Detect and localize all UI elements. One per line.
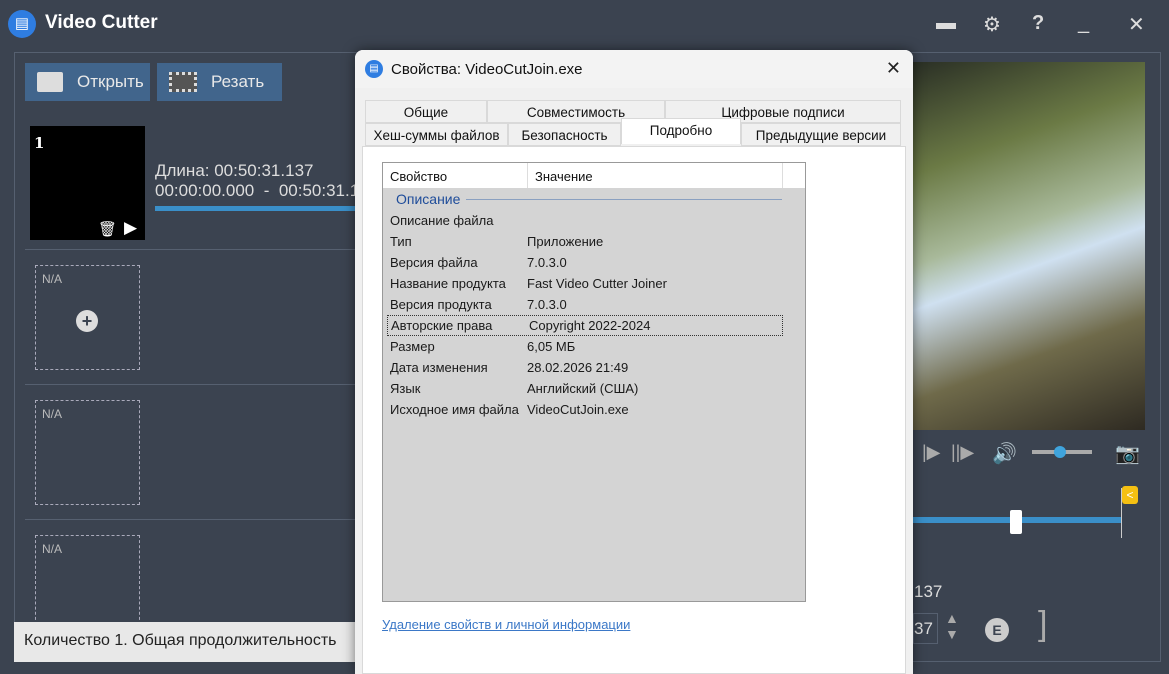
property-name: Версия продукта <box>390 297 492 312</box>
group-label: Описание <box>396 191 461 207</box>
property-value: 7.0.3.0 <box>527 297 567 312</box>
app-icon: ▤ <box>365 60 383 78</box>
list-item[interactable]: Версия продукта 7.0.3.0 <box>383 294 805 315</box>
help-icon[interactable]: ? <box>1032 12 1044 35</box>
end-marker-flag[interactable]: < <box>1122 486 1138 504</box>
column-value[interactable]: Значение <box>528 163 783 188</box>
property-name: Название продукта <box>390 276 506 291</box>
list-item[interactable]: Описание файла <box>383 210 805 231</box>
app-logo-icon: ▤ <box>8 10 36 38</box>
play-icon[interactable]: ▶ <box>124 218 137 238</box>
cut-button[interactable]: Резать <box>157 63 282 101</box>
folder-icon <box>37 72 63 92</box>
slot-label: N/A <box>42 542 63 556</box>
list-header: Свойство Значение <box>383 163 805 188</box>
slot-label: N/A <box>42 407 63 421</box>
list-item[interactable]: Версия файла 7.0.3.0 <box>383 252 805 273</box>
volume-icon[interactable]: 🔊 <box>992 441 1017 466</box>
property-name: Версия файла <box>390 255 478 270</box>
tab-hashes[interactable]: Хеш-суммы файлов <box>365 123 508 146</box>
clip-thumbnail[interactable]: 1 🗑 ▶ <box>30 126 145 240</box>
tab-security[interactable]: Безопасность <box>508 123 621 146</box>
clip-range: 00:00:00.000 - 00:50:31.137 <box>155 181 379 200</box>
property-value: Приложение <box>527 234 604 249</box>
close-icon[interactable]: ✕ <box>1128 12 1145 37</box>
step-forward-icon[interactable]: |▶ <box>922 442 941 463</box>
property-name: Исходное имя файла <box>390 402 519 417</box>
volume-slider[interactable] <box>1032 446 1092 458</box>
list-item[interactable]: Тип Приложение <box>383 231 805 252</box>
empty-slot[interactable]: N/A <box>35 535 140 625</box>
trash-icon[interactable]: 🗑 <box>98 220 117 238</box>
property-name: Размер <box>390 339 435 354</box>
status-bar: Количество 1. Общая продолжительность <box>14 622 359 662</box>
end-time-input[interactable]: 37 <box>913 613 938 644</box>
gear-icon[interactable]: ⚙ <box>983 12 1001 37</box>
property-value: Copyright 2022-2024 <box>529 318 651 333</box>
camera-icon[interactable]: 📷 <box>1115 441 1140 466</box>
property-name: Авторские права <box>391 318 493 333</box>
property-value: 6,05 МБ <box>527 339 576 354</box>
property-value: Английский (США) <box>527 381 639 396</box>
timeline-slider[interactable] <box>913 510 1122 534</box>
list-item[interactable]: Язык Английский (США) <box>383 378 805 399</box>
cut-label: Резать <box>211 72 265 91</box>
minimize-icon[interactable]: _ <box>1078 12 1089 35</box>
property-value: 28.02.2026 21:49 <box>527 360 629 375</box>
slot-label: N/A <box>42 272 63 286</box>
clip-length: Длина: 00:50:31.137 <box>155 161 314 180</box>
list-item[interactable]: Авторские права Copyright 2022-2024 <box>387 315 783 336</box>
tab-general[interactable]: Общие <box>365 100 487 123</box>
tab-previous-versions[interactable]: Предыдущие версии <box>741 123 901 146</box>
list-item[interactable]: Размер 6,05 МБ <box>383 336 805 357</box>
empty-slot[interactable]: N/A + <box>35 265 140 370</box>
open-button[interactable]: Открыть <box>25 63 150 101</box>
clip-progress-bar <box>155 206 355 211</box>
properties-list[interactable]: Свойство Значение Описание Описание файл… <box>382 162 806 602</box>
volume-thumb[interactable] <box>1054 446 1066 458</box>
frame-forward-icon[interactable]: ||▶ <box>951 442 974 463</box>
clip-index: 1 <box>34 134 45 152</box>
add-icon[interactable]: + <box>76 310 98 332</box>
property-name: Тип <box>390 234 412 249</box>
folder-icon[interactable]: ▬ <box>936 12 956 35</box>
remove-properties-link[interactable]: Удаление свойств и личной информации <box>382 617 630 632</box>
app-title: Video Cutter <box>45 12 158 33</box>
dialog-title-bar: ▤ Свойства: VideoCutJoin.exe ✕ <box>355 50 913 88</box>
list-item[interactable]: Название продукта Fast Video Cutter Joine… <box>383 273 805 294</box>
open-label: Открыть <box>77 72 144 91</box>
set-end-icon[interactable]: E <box>985 618 1009 642</box>
close-icon[interactable]: ✕ <box>886 58 901 79</box>
end-bracket-icon[interactable]: ] <box>1038 605 1047 644</box>
timeline-thumb[interactable] <box>1010 510 1022 534</box>
property-value: VideoCutJoin.exe <box>527 402 629 417</box>
spin-arrows-icon[interactable]: ▲ ▼ <box>945 610 959 642</box>
list-item[interactable]: Исходное имя файла VideoCutJoin.exe <box>383 399 805 420</box>
video-preview[interactable] <box>913 62 1145 430</box>
tab-details[interactable]: Подробно <box>621 118 741 144</box>
property-name: Язык <box>390 381 421 396</box>
property-value: 7.0.3.0 <box>527 255 567 270</box>
property-name: Описание файла <box>390 213 494 228</box>
property-value: Fast Video Cutter Joiner <box>527 276 667 291</box>
property-name: Дата изменения <box>390 360 488 375</box>
title-bar: ▤ Video Cutter ▬ ⚙ ? _ ✕ <box>0 0 1169 48</box>
empty-slot[interactable]: N/A <box>35 400 140 505</box>
column-property[interactable]: Свойство <box>383 163 528 188</box>
end-time-label: 137 <box>914 582 943 601</box>
list-item[interactable]: Дата изменения 28.02.2026 21:49 <box>383 357 805 378</box>
group-header: Описание <box>383 188 805 210</box>
dialog-title: Свойства: VideoCutJoin.exe <box>391 60 583 78</box>
film-icon <box>169 72 197 92</box>
